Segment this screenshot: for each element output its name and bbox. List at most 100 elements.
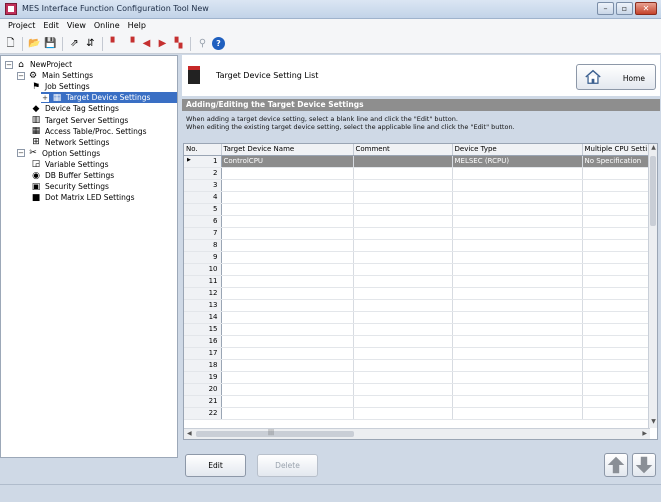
table-row[interactable]: 3 bbox=[184, 179, 652, 192]
table-cell[interactable] bbox=[221, 251, 354, 264]
verify-icon[interactable]: ⇵ bbox=[84, 37, 97, 50]
column-header-no[interactable]: No. bbox=[184, 144, 222, 156]
table-cell[interactable] bbox=[582, 275, 652, 288]
table-cell[interactable] bbox=[353, 203, 453, 216]
table-cell[interactable] bbox=[582, 383, 652, 396]
table-cell[interactable] bbox=[452, 167, 583, 180]
table-cell[interactable] bbox=[452, 191, 583, 204]
row-header[interactable]: 21 bbox=[184, 395, 222, 408]
save-icon[interactable]: 💾 bbox=[44, 37, 57, 50]
table-cell[interactable] bbox=[221, 335, 354, 348]
tree-item-access-table-proc-settings[interactable]: ▦ Access Table/Proc. Settings bbox=[31, 126, 147, 137]
table-cell[interactable] bbox=[582, 299, 652, 312]
table-cell[interactable] bbox=[221, 179, 354, 192]
table-cell[interactable] bbox=[452, 275, 583, 288]
table-cell[interactable] bbox=[452, 323, 583, 336]
table-cell[interactable] bbox=[353, 191, 453, 204]
table-cell[interactable]: No Specification bbox=[582, 155, 652, 168]
vertical-scroll-thumb[interactable] bbox=[650, 156, 656, 226]
table-row[interactable]: 14 bbox=[184, 311, 652, 324]
table-cell[interactable] bbox=[221, 167, 354, 180]
move-up-button[interactable] bbox=[604, 453, 628, 477]
table-row[interactable]: 10 bbox=[184, 263, 652, 276]
menu-online[interactable]: Online bbox=[92, 19, 126, 34]
table-cell[interactable] bbox=[353, 155, 453, 168]
menu-project[interactable]: Project bbox=[6, 19, 41, 34]
row-header[interactable]: 18 bbox=[184, 359, 222, 372]
tree-item-option-settings[interactable]: − ✂ Option Settings bbox=[17, 148, 100, 159]
row-header[interactable]: 15 bbox=[184, 323, 222, 336]
table-cell[interactable] bbox=[452, 395, 583, 408]
table-cell[interactable]: MELSEC (RCPU) bbox=[452, 155, 583, 168]
table-cell[interactable] bbox=[452, 371, 583, 384]
table-cell[interactable] bbox=[221, 275, 354, 288]
table-cell[interactable] bbox=[452, 251, 583, 264]
table-row[interactable]: 22 bbox=[184, 407, 652, 420]
table-cell[interactable] bbox=[221, 323, 354, 336]
tree-item-device-tag-settings[interactable]: ◆ Device Tag Settings bbox=[31, 103, 119, 114]
tree-item-job-settings[interactable]: ⚑ Job Settings bbox=[31, 81, 90, 92]
table-cell[interactable] bbox=[582, 347, 652, 360]
table-cell[interactable] bbox=[452, 287, 583, 300]
table-cell[interactable] bbox=[221, 299, 354, 312]
table-cell[interactable] bbox=[582, 407, 652, 420]
table-cell[interactable] bbox=[221, 203, 354, 216]
row-header[interactable]: 11 bbox=[184, 275, 222, 288]
table-cell[interactable] bbox=[452, 203, 583, 216]
row-header[interactable]: 19 bbox=[184, 371, 222, 384]
minimize-button[interactable]: – bbox=[597, 2, 614, 15]
table-cell[interactable] bbox=[353, 263, 453, 276]
table-cell[interactable] bbox=[582, 287, 652, 300]
close-button[interactable]: ✕ bbox=[635, 2, 657, 15]
table-cell[interactable] bbox=[582, 191, 652, 204]
table-cell[interactable] bbox=[221, 383, 354, 396]
table-cell[interactable] bbox=[582, 371, 652, 384]
tree-item-newproject[interactable]: − ⌂ NewProject bbox=[5, 59, 72, 70]
row-header[interactable]: 5 bbox=[184, 203, 222, 216]
table-cell[interactable] bbox=[452, 239, 583, 252]
table-cell[interactable] bbox=[221, 215, 354, 228]
table-cell[interactable] bbox=[582, 203, 652, 216]
table-cell[interactable] bbox=[582, 359, 652, 372]
row-header[interactable]: 20 bbox=[184, 383, 222, 396]
table-cell[interactable] bbox=[353, 311, 453, 324]
table-cell[interactable] bbox=[582, 179, 652, 192]
row-header[interactable]: 2 bbox=[184, 167, 222, 180]
column-header-comment[interactable]: Comment bbox=[353, 144, 453, 156]
horizontal-scroll-thumb[interactable] bbox=[196, 431, 354, 437]
search-icon[interactable]: ⚲ bbox=[196, 37, 209, 50]
table-cell[interactable] bbox=[221, 263, 354, 276]
table-cell[interactable] bbox=[353, 167, 453, 180]
expand-icon[interactable]: + bbox=[41, 93, 49, 102]
table-cell[interactable] bbox=[582, 311, 652, 324]
table-cell[interactable] bbox=[353, 275, 453, 288]
table-row[interactable]: 9 bbox=[184, 251, 652, 264]
table-cell[interactable] bbox=[353, 215, 453, 228]
table-cell[interactable] bbox=[221, 227, 354, 240]
table-cell[interactable] bbox=[353, 227, 453, 240]
row-header[interactable]: 10 bbox=[184, 263, 222, 276]
device-write-icon[interactable]: ▝ bbox=[124, 37, 137, 50]
scroll-down-arrow-icon[interactable]: ▼ bbox=[649, 418, 657, 428]
table-cell[interactable] bbox=[221, 395, 354, 408]
table-cell[interactable] bbox=[582, 263, 652, 276]
row-header[interactable]: 22 bbox=[184, 407, 222, 420]
table-cell[interactable] bbox=[353, 407, 453, 420]
table-cell[interactable] bbox=[452, 227, 583, 240]
table-cell[interactable] bbox=[221, 407, 354, 420]
help-icon[interactable]: ? bbox=[212, 37, 225, 50]
table-cell[interactable] bbox=[452, 215, 583, 228]
table-cell[interactable] bbox=[353, 251, 453, 264]
column-header-target-device-name[interactable]: Target Device Name bbox=[221, 144, 354, 156]
home-button[interactable]: Home bbox=[576, 64, 656, 90]
row-header[interactable]: 17 bbox=[184, 347, 222, 360]
table-row[interactable]: 6 bbox=[184, 215, 652, 228]
tree-item-main-settings[interactable]: − ⚙ Main Settings bbox=[17, 70, 93, 81]
table-row[interactable]: ▶ 1 ControlCPU MELSEC (RCPU) No Specificatio… bbox=[184, 155, 652, 168]
row-header[interactable]: 7 bbox=[184, 227, 222, 240]
table-cell[interactable] bbox=[221, 347, 354, 360]
table-row[interactable]: 11 bbox=[184, 275, 652, 288]
row-header[interactable]: 16 bbox=[184, 335, 222, 348]
table-cell[interactable] bbox=[353, 347, 453, 360]
row-header[interactable]: 14 bbox=[184, 311, 222, 324]
